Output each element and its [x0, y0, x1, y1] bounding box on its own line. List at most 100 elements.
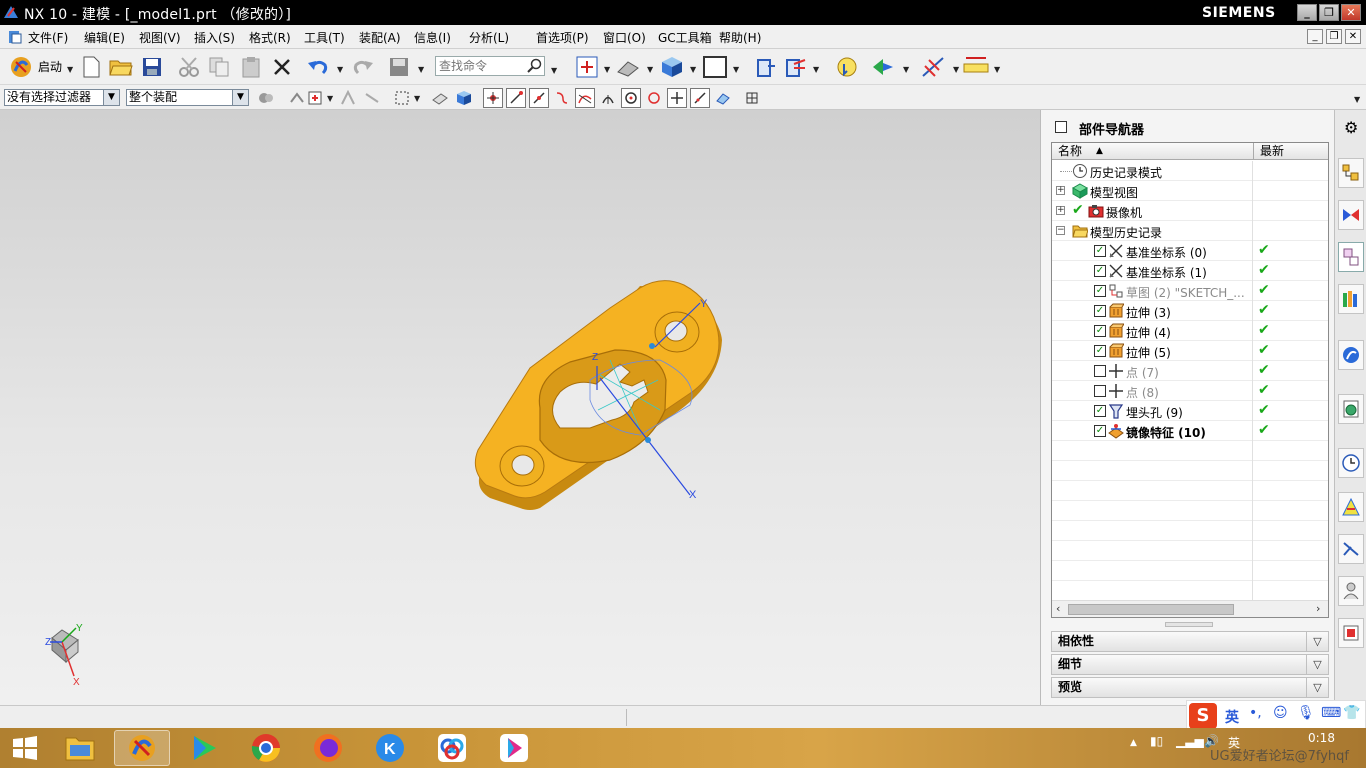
tree-row-feature[interactable]: 点 (7) ✔ — [1052, 361, 1328, 381]
feature-dropdown-icon[interactable]: ▼ — [903, 65, 909, 74]
render-style-icon[interactable] — [615, 54, 641, 80]
document-icon[interactable] — [8, 30, 22, 44]
menu-preferences[interactable]: 首选项(P) — [536, 29, 589, 46]
doc-minimize-button[interactable]: _ — [1307, 29, 1323, 44]
select-type-icon[interactable] — [305, 88, 325, 108]
expand-icon[interactable]: + — [1056, 186, 1065, 195]
face-rule-icon[interactable] — [338, 88, 358, 108]
sogou-logo-icon[interactable]: S — [1189, 703, 1217, 729]
circle-center-icon[interactable] — [621, 88, 641, 108]
point-on-curve-icon[interactable] — [690, 88, 710, 108]
control-point-icon[interactable] — [552, 88, 572, 108]
arc-center-icon[interactable] — [598, 88, 618, 108]
intersection-icon[interactable] — [575, 88, 595, 108]
menu-help[interactable]: 帮助(H) — [719, 29, 761, 46]
eraser-icon[interactable] — [430, 88, 450, 108]
column-header-latest[interactable]: 最新 — [1253, 143, 1328, 160]
save-all-icon[interactable] — [386, 54, 412, 80]
part-navigator-tab[interactable] — [1338, 242, 1364, 272]
firefox-icon[interactable] — [300, 730, 356, 766]
horizontal-scrollbar[interactable]: ‹ › — [1052, 600, 1328, 617]
assembly-navigator-tab[interactable] — [1338, 158, 1364, 188]
ruler-icon[interactable] — [963, 54, 989, 80]
search-icon[interactable] — [527, 58, 543, 74]
splitter-handle[interactable] — [1165, 622, 1213, 627]
menu-tools[interactable]: 工具(T) — [304, 29, 345, 46]
tree-row-model-views[interactable]: + 模型视图 — [1052, 181, 1328, 201]
tree-row-feature[interactable]: ✓ 埋头孔 (9) ✔ — [1052, 401, 1328, 421]
curve-rule-icon[interactable] — [362, 88, 382, 108]
rectangle-select-icon[interactable] — [392, 88, 412, 108]
fit-view-icon[interactable] — [574, 54, 600, 80]
signal-icon[interactable]: ▁▃▅ — [1176, 734, 1204, 748]
measure-distance-icon[interactable] — [920, 54, 946, 80]
chevron-down-icon[interactable]: ▽ — [1306, 678, 1328, 697]
feature-checkbox[interactable]: ✓ — [1094, 285, 1106, 297]
model-canvas[interactable]: Y X Z Y X Z — [0, 110, 1040, 705]
expand-icon[interactable]: + — [1056, 206, 1065, 215]
background-icon[interactable] — [702, 54, 728, 80]
doc-close-button[interactable]: ✕ — [1345, 29, 1361, 44]
ruler-dropdown-icon[interactable]: ▼ — [994, 65, 1000, 74]
doc-restore-button[interactable]: ❐ — [1326, 29, 1342, 44]
start-icon[interactable] — [8, 54, 34, 80]
menu-gc-toolbox[interactable]: GC工具箱 — [658, 29, 712, 46]
graphics-viewport[interactable]: Y X Z Y X Z — [0, 110, 1040, 705]
menu-edit[interactable]: 编辑(E) — [84, 29, 125, 46]
start-dropdown-icon[interactable]: ▼ — [67, 65, 73, 74]
chevron-down-icon[interactable]: ▼ — [232, 90, 248, 105]
background-dropdown-icon[interactable]: ▼ — [733, 65, 739, 74]
media-player-icon[interactable] — [176, 730, 232, 766]
web-browser-tab[interactable] — [1338, 394, 1364, 424]
menu-analysis[interactable]: 分析(L) — [469, 29, 509, 46]
network-icon[interactable]: ▮▯ — [1150, 734, 1163, 748]
cut-icon[interactable] — [176, 54, 202, 80]
view-dropdown-icon[interactable]: ▼ — [604, 65, 610, 74]
feature-checkbox[interactable]: ✓ — [1094, 425, 1106, 437]
selection-scope-combo[interactable]: 整个装配 ▼ — [126, 89, 249, 106]
close-button[interactable]: ✕ — [1341, 4, 1361, 21]
selection-filter-combo[interactable]: 没有选择过滤器 ▼ — [4, 89, 120, 106]
cube-select-icon[interactable] — [454, 88, 474, 108]
skin-icon[interactable]: 👕 — [1343, 705, 1360, 721]
hd3d-tools-tab[interactable] — [1338, 340, 1364, 370]
nx-taskbar-icon[interactable] — [114, 730, 170, 766]
delete-icon[interactable] — [269, 54, 295, 80]
select-dropdown-icon[interactable]: ▼ — [327, 94, 333, 103]
copy-icon[interactable] — [206, 54, 232, 80]
snap-point-icon[interactable] — [483, 88, 503, 108]
new-file-icon[interactable] — [78, 54, 104, 80]
measure-dropdown-icon[interactable]: ▼ — [953, 65, 959, 74]
clock[interactable]: 0:18 — [1308, 731, 1335, 745]
menu-information[interactable]: 信息(I) — [414, 29, 451, 46]
tree-row-feature[interactable]: ✓ 草图 (2) "SKETCH_... ✔ — [1052, 281, 1328, 301]
restore-button[interactable]: ❐ — [1319, 4, 1339, 21]
existing-point-icon[interactable] — [667, 88, 687, 108]
chrome-icon[interactable] — [238, 730, 294, 766]
windows-start-icon[interactable] — [0, 730, 50, 766]
tree-row-feature[interactable]: ✓ 拉伸 (4) ✔ — [1052, 321, 1328, 341]
tree-row-feature[interactable]: ✓ 拉伸 (3) ✔ — [1052, 301, 1328, 321]
feature-checkbox[interactable]: ✓ — [1094, 245, 1106, 257]
save-icon[interactable] — [139, 54, 165, 80]
menu-format[interactable]: 格式(R) — [249, 29, 291, 46]
render-dropdown-icon[interactable]: ▼ — [647, 65, 653, 74]
manufacturing-wizard-tab[interactable] — [1338, 534, 1364, 564]
open-folder-icon[interactable] — [108, 54, 134, 80]
menu-view[interactable]: 视图(V) — [139, 29, 181, 46]
tree-row-feature[interactable]: ✓ 拉伸 (5) ✔ — [1052, 341, 1328, 361]
undo-icon[interactable] — [305, 54, 331, 80]
tree-row-feature[interactable]: ✓ 基准坐标系 (0) ✔ — [1052, 241, 1328, 261]
end-point-icon[interactable] — [506, 88, 526, 108]
snap-settings-icon[interactable] — [287, 88, 307, 108]
column-header-name[interactable]: 名称 ▲ — [1052, 143, 1253, 160]
point-on-face-icon[interactable] — [713, 88, 733, 108]
scrollbar-thumb[interactable] — [1068, 604, 1234, 615]
save-dropdown-icon[interactable]: ▼ — [418, 65, 424, 74]
shaded-cube-icon[interactable] — [659, 54, 685, 80]
role-tab[interactable] — [1338, 576, 1364, 606]
history-tab[interactable] — [1338, 448, 1364, 478]
quadrant-point-icon[interactable] — [644, 88, 664, 108]
navigator-pin-checkbox[interactable] — [1055, 121, 1067, 133]
feature-checkbox[interactable]: ✓ — [1094, 345, 1106, 357]
